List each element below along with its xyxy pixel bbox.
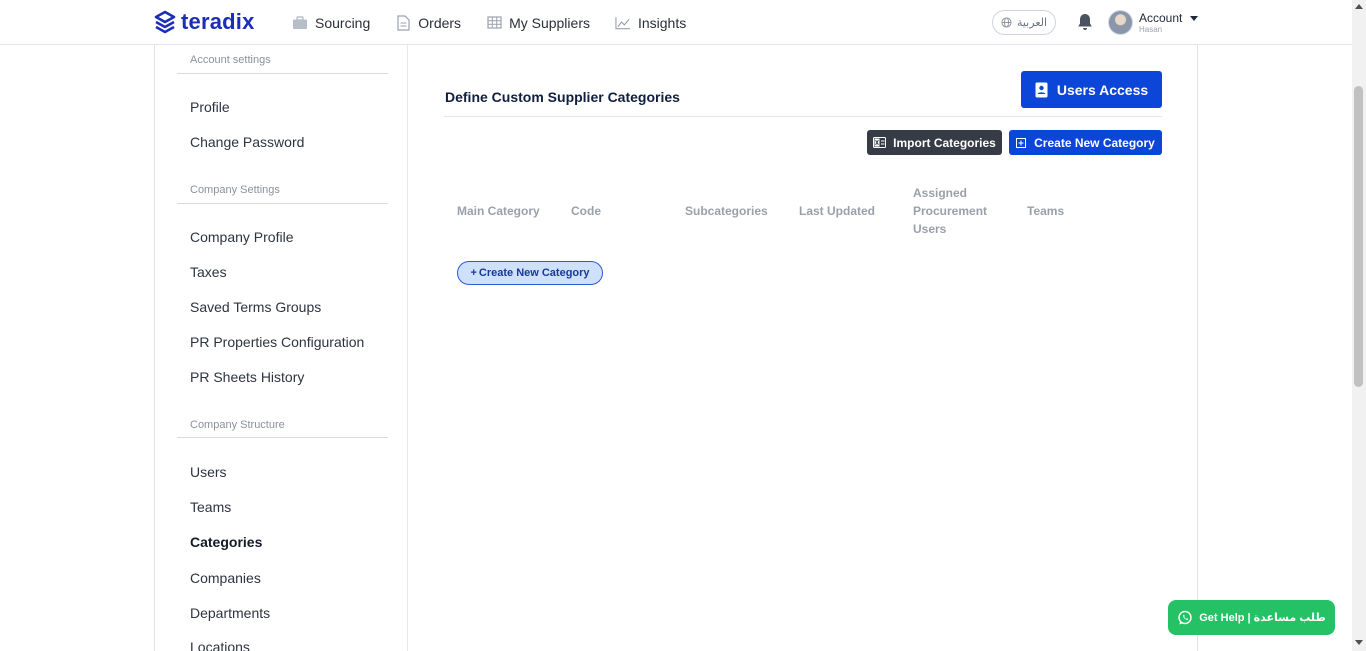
- nav-orders[interactable]: Orders: [395, 15, 461, 31]
- section-title-company-structure: Company Structure: [190, 419, 285, 431]
- users-access-label: Users Access: [1056, 81, 1149, 98]
- inline-create-category-button[interactable]: + Create New Category: [457, 261, 603, 285]
- scroll-up-arrow-icon[interactable]: [1355, 4, 1363, 9]
- chevron-down-icon: [1190, 15, 1199, 21]
- notification-bell-icon[interactable]: [1075, 12, 1095, 32]
- get-help-label: Get Help | طلب مساعدة: [1199, 612, 1326, 624]
- excel-file-icon: [873, 137, 887, 148]
- sidebar-item-pr-sheets-history[interactable]: PR Sheets History: [190, 369, 304, 385]
- create-new-category-label: Create New Category: [1034, 135, 1155, 150]
- whatsapp-icon: [1178, 610, 1192, 624]
- main-nav: Sourcing Orders My Suppliers Insights: [292, 0, 711, 45]
- nav-my-suppliers[interactable]: My Suppliers: [486, 15, 590, 31]
- table-grid-icon: [486, 15, 502, 31]
- sidebar-item-saved-terms-groups[interactable]: Saved Terms Groups: [190, 299, 321, 315]
- divider: [177, 437, 388, 438]
- content-border-left: [154, 45, 155, 651]
- nav-insights[interactable]: Insights: [615, 15, 686, 31]
- column-header-main-category: Main Category: [457, 204, 540, 218]
- plus-icon: +: [470, 267, 477, 279]
- top-navbar: teradix Sourcing Orders My Suppliers Ins…: [0, 0, 1352, 45]
- account-menu[interactable]: Account Hasan: [1139, 11, 1199, 34]
- section-title-company-settings: Company Settings: [190, 184, 280, 196]
- section-title-account-settings: Account settings: [190, 54, 271, 66]
- add-square-icon: [1016, 137, 1027, 148]
- nav-sourcing[interactable]: Sourcing: [292, 15, 370, 31]
- page-scrollbar[interactable]: [1352, 0, 1366, 651]
- create-new-category-button[interactable]: Create New Category: [1009, 130, 1162, 155]
- column-header-code: Code: [571, 204, 601, 218]
- sidebar-item-categories[interactable]: Categories: [190, 534, 262, 550]
- sidebar-item-pr-properties-configuration[interactable]: PR Properties Configuration: [190, 334, 364, 350]
- contact-book-icon: [1035, 82, 1048, 97]
- get-help-button[interactable]: Get Help | طلب مساعدة: [1168, 600, 1335, 635]
- sidebar-item-users[interactable]: Users: [190, 464, 227, 480]
- inline-create-category-label: Create New Category: [478, 267, 590, 279]
- teradix-logo[interactable]: teradix: [153, 9, 255, 35]
- nav-my-suppliers-label: My Suppliers: [509, 14, 590, 31]
- briefcase-icon: [292, 15, 308, 31]
- language-switch-button[interactable]: العربية: [992, 10, 1056, 35]
- users-access-button[interactable]: Users Access: [1021, 71, 1162, 108]
- divider: [177, 203, 388, 204]
- title-divider: [444, 116, 1162, 117]
- sidebar-item-companies[interactable]: Companies: [190, 570, 261, 586]
- sidebar-item-locations[interactable]: Locations: [190, 639, 250, 651]
- sidebar-item-change-password[interactable]: Change Password: [190, 134, 304, 150]
- import-categories-label: Import Categories: [893, 135, 996, 150]
- nav-insights-label: Insights: [637, 14, 687, 31]
- nav-orders-label: Orders: [418, 14, 462, 31]
- sidebar-item-departments[interactable]: Departments: [190, 605, 270, 621]
- chart-line-icon: [615, 15, 631, 31]
- sidebar-item-profile[interactable]: Profile: [190, 99, 230, 115]
- account-username: Hasan: [1139, 25, 1163, 34]
- column-header-teams: Teams: [1027, 204, 1065, 218]
- sidebar-item-teams[interactable]: Teams: [190, 499, 231, 515]
- sidebar-item-company-profile[interactable]: Company Profile: [190, 229, 294, 245]
- document-icon: [395, 14, 411, 31]
- sidebar-item-taxes[interactable]: Taxes: [190, 264, 227, 280]
- divider: [177, 73, 388, 74]
- globe-icon: [1001, 17, 1012, 28]
- sidebar-divider: [407, 45, 408, 651]
- logo-icon: [154, 10, 176, 34]
- nav-sourcing-label: Sourcing: [315, 14, 371, 31]
- logo-text: teradix: [181, 9, 255, 34]
- column-header-subcategories: Subcategories: [685, 204, 768, 218]
- account-title: Account: [1139, 11, 1183, 25]
- column-header-assigned-procurement-users: Assigned Procurement Users: [913, 186, 988, 236]
- scroll-down-arrow-icon[interactable]: [1355, 640, 1363, 645]
- page-title: Define Custom Supplier Categories: [445, 89, 680, 105]
- scrollbar-thumb[interactable]: [1354, 86, 1363, 387]
- column-header-last-updated: Last Updated: [799, 204, 876, 218]
- avatar[interactable]: [1108, 10, 1133, 35]
- import-categories-button[interactable]: Import Categories: [867, 130, 1002, 155]
- content-border-right: [1197, 45, 1198, 651]
- language-label: العربية: [1016, 17, 1048, 29]
